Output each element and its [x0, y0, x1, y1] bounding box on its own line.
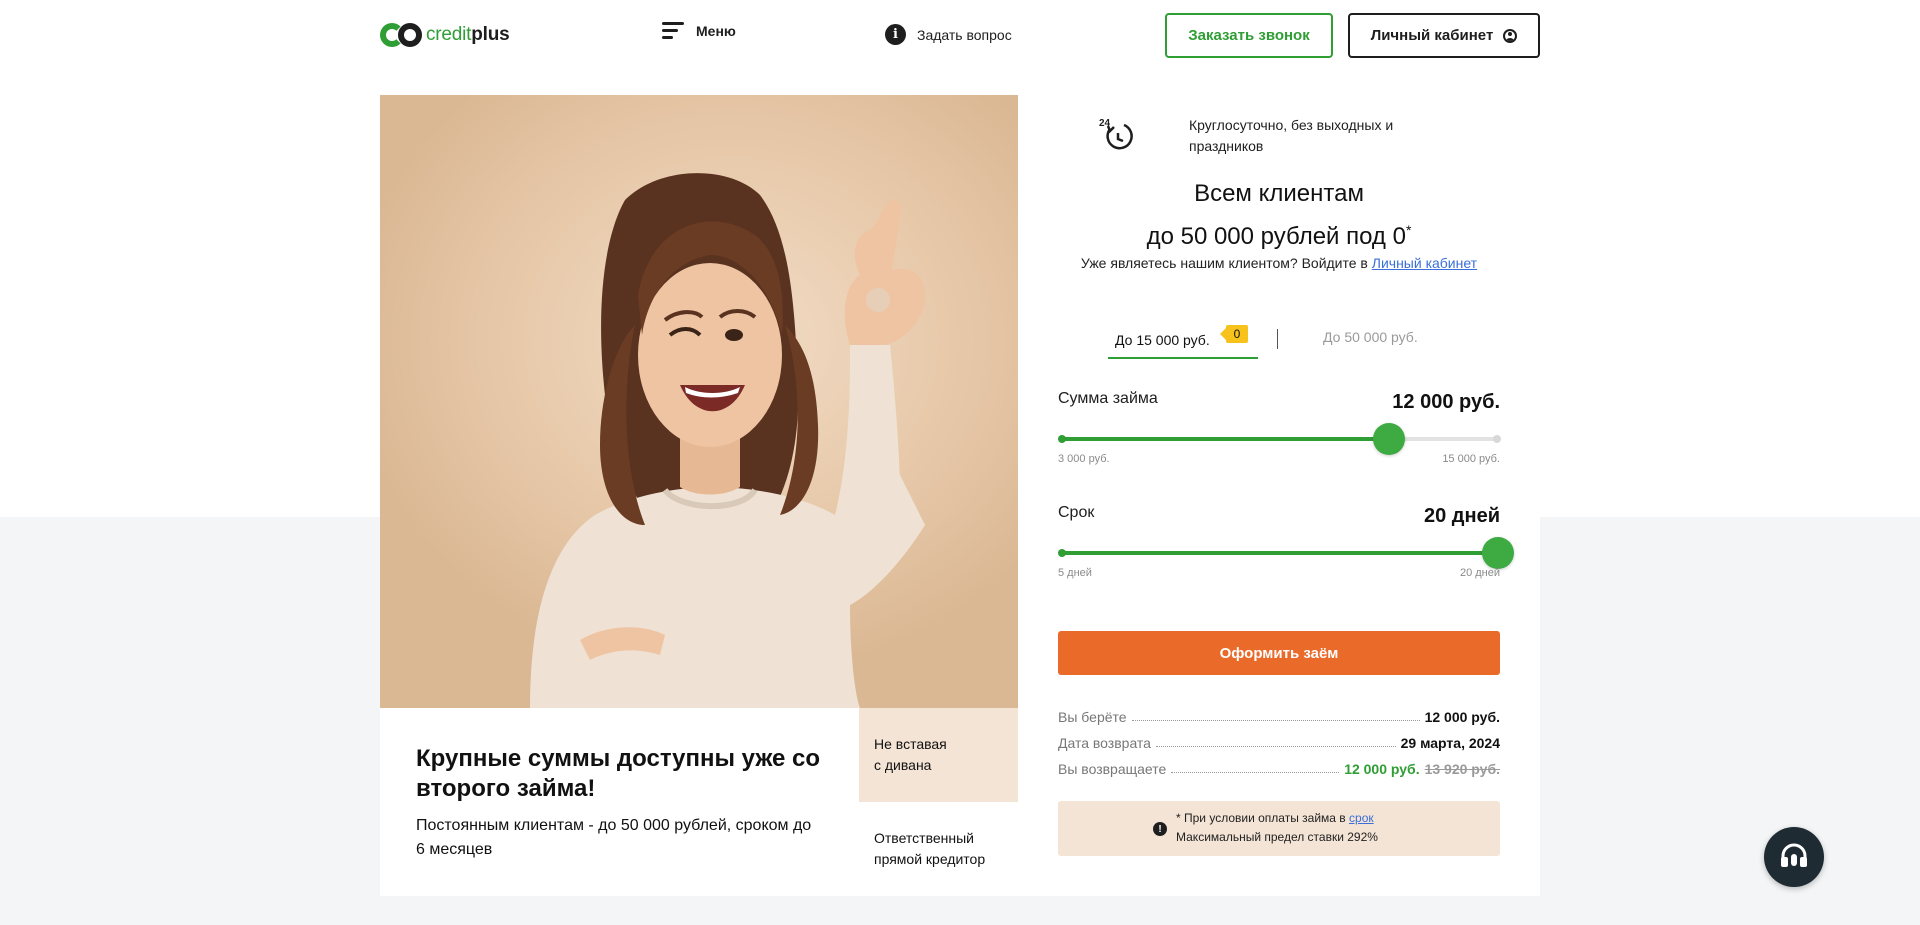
amount-slider-start [1058, 435, 1066, 443]
tab-label: До 15 000 руб. [1115, 332, 1210, 348]
term-max: 20 дней [1459, 567, 1500, 579]
hamburger-icon [662, 22, 684, 40]
ask-question-link[interactable]: i Задать вопрос [885, 24, 1012, 45]
amount-slider-handle[interactable] [1372, 423, 1405, 455]
loan-calculator: 24 Круглосуточно, без выходных и праздник… [1018, 95, 1540, 896]
promo-title: Крупные суммы доступны уже со второго за… [416, 745, 821, 802]
feature-line: с дивана [874, 757, 932, 773]
tab-separator [1277, 329, 1278, 349]
logo-text: creditplus [426, 24, 510, 45]
alert-icon: ! [1153, 822, 1167, 836]
amount-min: 3 000 руб. [1058, 453, 1110, 465]
summary-key: Вы берёте [1058, 709, 1127, 725]
dotted-leader [1171, 772, 1340, 773]
user-icon [1503, 28, 1518, 43]
term-slider-handle[interactable] [1482, 537, 1514, 569]
availability-note: Круглосуточно, без выходных и праздников [1189, 117, 1394, 154]
term-value: 20 дней [1424, 505, 1500, 527]
menu-button[interactable]: Меню [662, 22, 736, 40]
ask-question-label: Задать вопрос [917, 26, 1012, 43]
info-icon: i [885, 24, 906, 45]
term-slider[interactable] [1058, 537, 1514, 569]
summary-old-value: 13 920 руб. [1424, 761, 1500, 777]
support-chat-button[interactable] [1764, 827, 1824, 887]
login-note: Уже являетесь нашим клиентом? Войдите в … [1080, 255, 1478, 271]
conditions-notice: ! * При условии оплаты займа в срок Макс… [1058, 801, 1500, 856]
term-slider-start [1058, 549, 1066, 557]
summary-return-row: Вы возвращаете 12 000 руб. 13 920 руб. [1058, 759, 1500, 777]
summary-key: Вы возвращаете [1058, 761, 1167, 777]
hero-photo [380, 95, 1018, 708]
summary-borrow-row: Вы берёте 12 000 руб. [1058, 707, 1500, 725]
dotted-leader [1155, 746, 1396, 747]
promo-text: Постоянным клиентам - до 50 000 рублей, … [416, 817, 812, 858]
tab-up-to-15000[interactable]: До 15 000 руб. 0 [1108, 325, 1258, 359]
apply-loan-button[interactable]: Оформить заём [1058, 631, 1500, 675]
feature-no-leaving-home: Не вставая с дивана [859, 708, 1018, 802]
woman-ok-gesture-illustration [530, 173, 925, 708]
summary-key: Дата возврата [1058, 735, 1151, 751]
summary-value: 29 марта, 2024 [1400, 735, 1500, 751]
tab-up-to-50000[interactable]: До 50 000 руб. [1323, 329, 1418, 345]
notice-text: * При условии оплаты займа в срок Максим… [1176, 811, 1378, 844]
term-link[interactable]: срок [1349, 811, 1374, 825]
term-slider-fill [1061, 551, 1498, 555]
personal-account-button[interactable]: Личный кабинет [1348, 13, 1540, 58]
clock-24-icon: 24 [1099, 118, 1133, 150]
term-min: 5 дней [1058, 567, 1092, 579]
menu-label: Меню [696, 23, 736, 39]
amount-slider-end [1493, 435, 1501, 443]
personal-account-link[interactable]: Личный кабинет [1372, 255, 1477, 271]
svg-text:24: 24 [1099, 118, 1111, 129]
feature-responsible-lender: Ответственный прямой кредитор [859, 802, 1018, 896]
amount-slider[interactable] [1058, 423, 1501, 455]
headset-icon [1781, 843, 1807, 867]
creditplus-logo[interactable]: creditplus [380, 22, 510, 48]
summary-return-value: 12 000 руб. [1344, 761, 1420, 777]
amount-label: Сумма займа [1058, 390, 1158, 407]
tab-badge: 0 [1220, 325, 1248, 343]
feature-line: Не вставая [874, 736, 947, 752]
feature-line: Ответственный [874, 830, 974, 846]
amount-value: 12 000 руб. [1392, 391, 1500, 413]
calculator-headline: Всем клиентам до 50 000 рублей под 0* [1146, 180, 1412, 250]
promo-card: Крупные суммы доступны уже со второго за… [380, 708, 859, 896]
amount-slider-fill [1061, 437, 1389, 441]
summary-value: 12 000 руб. [1424, 709, 1500, 725]
feature-line: прямой кредитор [874, 851, 986, 867]
order-call-button[interactable]: Заказать звонок [1165, 13, 1333, 58]
site-header: creditplus Меню i Задать вопрос Заказать… [0, 0, 1920, 70]
logo-mark-icon [380, 22, 424, 48]
amount-max: 15 000 руб. [1442, 453, 1500, 465]
personal-account-label: Личный кабинет [1370, 27, 1494, 44]
term-label: Срок [1058, 504, 1095, 521]
dotted-leader [1131, 720, 1420, 721]
summary-date-row: Дата возврата 29 марта, 2024 [1058, 733, 1500, 751]
